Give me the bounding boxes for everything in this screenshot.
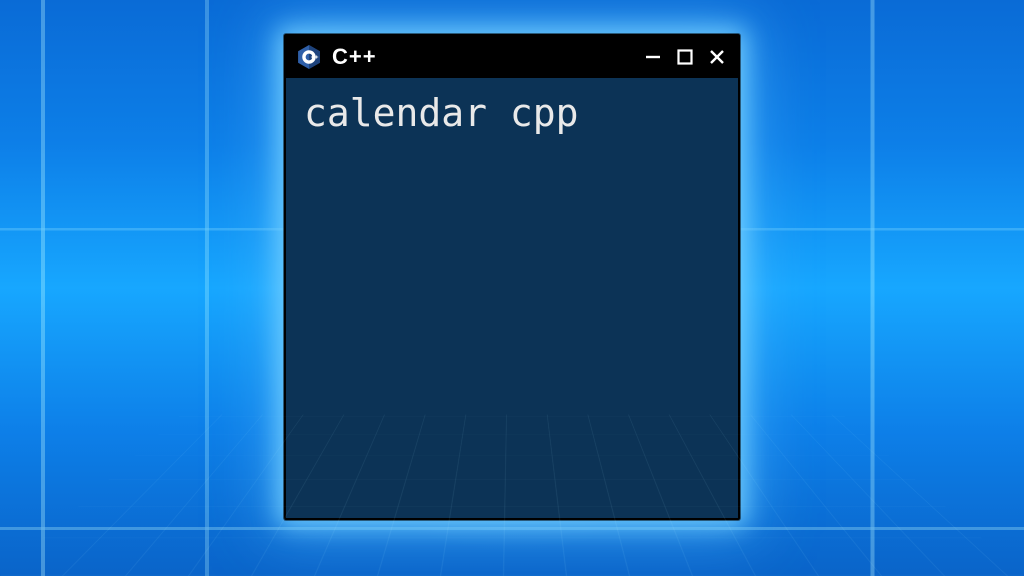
maximize-button[interactable] <box>672 44 698 70</box>
cpp-logo-icon <box>296 44 322 70</box>
tech-background: C++ calendar cpp <box>0 0 1024 576</box>
window-controls <box>640 44 730 70</box>
window-title: C++ <box>332 44 630 70</box>
minimize-button[interactable] <box>640 44 666 70</box>
titlebar[interactable]: C++ <box>286 36 738 78</box>
close-button[interactable] <box>704 44 730 70</box>
terminal-body[interactable]: calendar cpp <box>286 78 738 518</box>
terminal-line: calendar cpp <box>304 92 720 136</box>
terminal-window: C++ calendar cpp <box>284 34 740 520</box>
